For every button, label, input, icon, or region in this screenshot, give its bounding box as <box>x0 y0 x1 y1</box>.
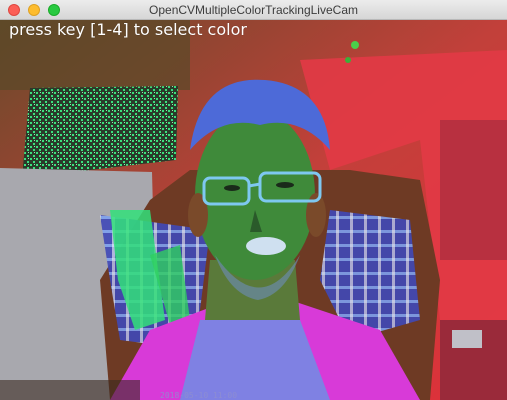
window-title: OpenCVMultipleColorTrackingLiveCam <box>149 3 358 17</box>
timestamp-text: 2018-05-10 11:00 <box>160 391 238 400</box>
app-window: OpenCVMultipleColorTrackingLiveCam press… <box>0 0 507 400</box>
camera-frame <box>0 20 507 400</box>
instruction-text: press key [1-4] to select color <box>9 20 247 39</box>
camera-view[interactable]: press key [1-4] to select color 2018-05-… <box>0 20 507 400</box>
title-bar[interactable]: OpenCVMultipleColorTrackingLiveCam <box>0 0 507 20</box>
